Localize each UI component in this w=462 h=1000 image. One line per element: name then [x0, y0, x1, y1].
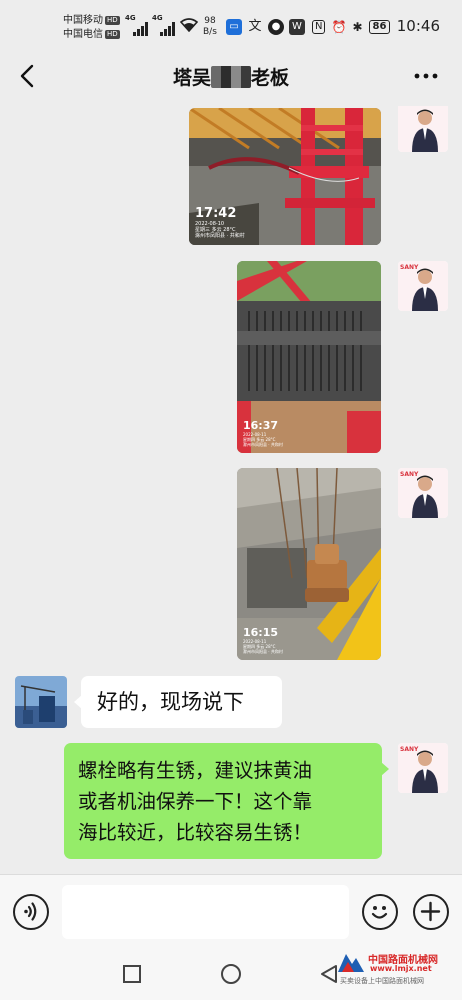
voice-icon — [24, 902, 37, 921]
carrier-1: 中国移动 — [63, 15, 103, 26]
wifi-icon — [179, 18, 199, 36]
chat-title: 塔吴 老板 — [172, 66, 290, 89]
plus-icon — [420, 901, 441, 922]
emoji-icon — [371, 906, 388, 919]
message-input-bar — [0, 874, 462, 950]
home-button[interactable] — [220, 963, 242, 985]
watermark-url: www.lmjx.net — [370, 964, 432, 973]
message-input[interactable] — [62, 885, 349, 939]
carrier-2: 中国电信 — [63, 29, 103, 40]
emoji-button[interactable] — [362, 894, 398, 930]
image-message[interactable]: 17:42 2022-08-10 星期三 多云 28°C 滁州市凤阳县 · 共和… — [189, 108, 381, 245]
plus-button[interactable] — [413, 894, 449, 930]
photo-timestamp: 16:15 2022-08-11 星期四 多云 28°C 滁州市凤阳县 · 共和… — [243, 626, 283, 655]
battery-icon: 86 — [368, 20, 391, 34]
square-icon — [123, 965, 141, 983]
contact-avatar-image — [15, 676, 67, 728]
status-bar: 中国移动 HD 中国电信 HD 4G 4G 98 B/s ▭ 文 ● W N ⏰ ✱… — [0, 0, 462, 46]
image-message[interactable]: 16:37 2022-08-11 星期四 多云 28°C 滁州市凤阳县 · 共和… — [237, 261, 381, 453]
vpn-icon: ● — [268, 19, 284, 35]
watermark-logo-icon — [338, 954, 364, 972]
watermark: 中国路面机械网 www.lmjx.net 买卖设备上中国路面机械网 — [338, 950, 458, 986]
hd-badge: HD — [105, 16, 120, 25]
incoming-message-bubble[interactable]: 好的，现场说下 — [74, 676, 282, 728]
game-icon: W — [289, 19, 305, 35]
alarm-icon: ⏰ — [331, 20, 347, 34]
more-options-button[interactable] — [412, 62, 440, 90]
translate-icon: 文 — [248, 19, 262, 34]
clock: 10:46 — [396, 17, 440, 35]
avatar[interactable]: SANY — [398, 743, 448, 793]
svg-text:SANY: SANY — [400, 264, 419, 271]
user-avatar-image: SANY — [398, 261, 448, 311]
avatar[interactable] — [398, 106, 448, 152]
bluetooth-icon: ✱ — [352, 20, 363, 34]
user-avatar-image: SANY — [398, 468, 448, 518]
more-dots-icon — [414, 73, 438, 79]
voice-button[interactable] — [13, 894, 49, 930]
user-avatar-image — [398, 106, 448, 152]
avatar[interactable]: SANY — [398, 468, 448, 518]
nfc-icon: N — [312, 20, 326, 34]
svg-text:SANY: SANY — [400, 746, 419, 753]
image-message[interactable]: 16:15 2022-08-11 星期四 多云 28°C 滁州市凤阳县 · 共和… — [237, 468, 381, 660]
recents-button[interactable] — [122, 964, 142, 984]
network-speed: 98 B/s — [203, 16, 217, 37]
bubble-tail — [381, 762, 389, 776]
cmb-app-icon: ▭ — [226, 19, 242, 35]
svg-text:SANY: SANY — [400, 471, 419, 478]
photo-timestamp: 17:42 2022-08-10 星期三 多云 28°C 滁州市凤阳县 · 共和… — [195, 206, 245, 240]
avatar[interactable] — [15, 676, 67, 728]
hd-badge: HD — [105, 30, 120, 39]
triangle-back-icon — [321, 965, 337, 983]
bubble-tail — [74, 695, 82, 709]
chat-messages[interactable]: 17:42 2022-08-10 星期三 多云 28°C 滁州市凤阳县 · 共和… — [0, 106, 462, 874]
message-text: 好的，现场说下 — [97, 690, 244, 714]
circle-icon — [221, 964, 241, 984]
carrier-info: 中国移动 HD 中国电信 HD — [63, 14, 120, 42]
watermark-tagline: 买卖设备上中国路面机械网 — [340, 977, 424, 985]
message-text: 螺栓略有生锈，建议抹黄油 或者机油保养一下！这个靠 海比较近，比较容易生锈！ — [78, 759, 313, 844]
outgoing-message-bubble[interactable]: 螺栓略有生锈，建议抹黄油 或者机油保养一下！这个靠 海比较近，比较容易生锈！ — [64, 743, 389, 859]
user-avatar-image: SANY — [398, 743, 448, 793]
redaction-blur — [211, 66, 251, 88]
chat-header: 塔吴 老板 — [0, 46, 462, 106]
photo-timestamp: 16:37 2022-08-11 星期四 多云 28°C 滁州市凤阳县 · 共和… — [243, 419, 283, 448]
avatar[interactable]: SANY — [398, 261, 448, 311]
back-nav-button[interactable] — [318, 963, 340, 985]
